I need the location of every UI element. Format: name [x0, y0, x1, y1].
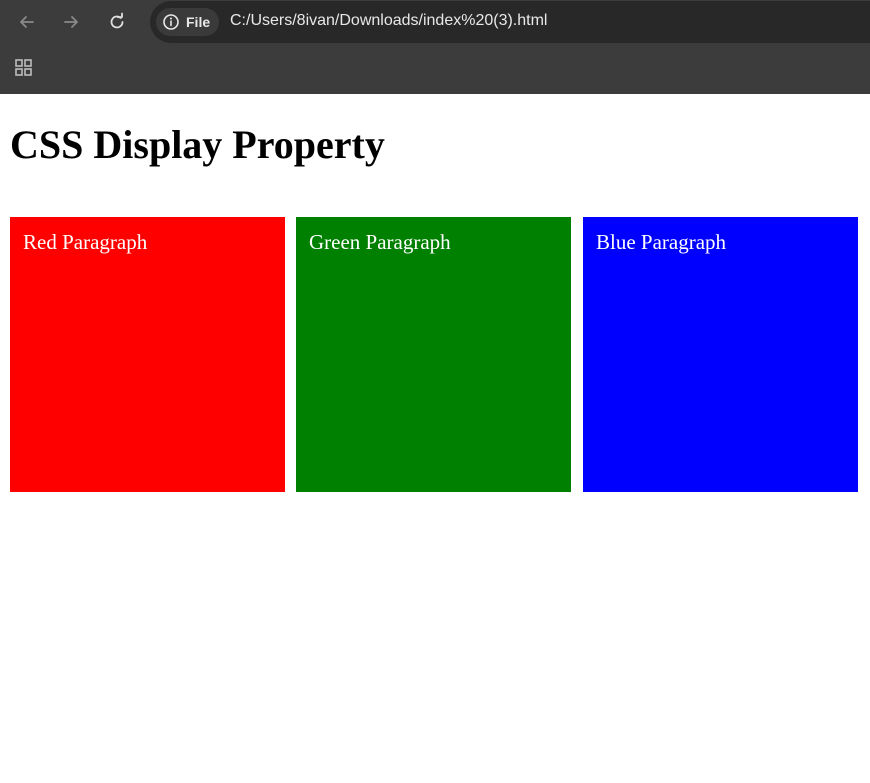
reload-button[interactable] [103, 8, 131, 36]
reload-icon [110, 12, 124, 29]
green-paragraph-box: Green Paragraph [296, 217, 571, 492]
red-paragraph-box: Red Paragraph [10, 217, 285, 492]
apps-grid-icon[interactable] [14, 58, 34, 78]
green-paragraph-text: Green Paragraph [309, 230, 451, 254]
back-button[interactable] [13, 8, 41, 36]
blue-paragraph-box: Blue Paragraph [583, 217, 858, 492]
blue-paragraph-text: Blue Paragraph [596, 230, 727, 254]
browser-toolbar: File C:/Users/8ivan/Downloads/index%20(3… [0, 0, 870, 44]
bookmarks-bar [0, 44, 870, 94]
url-text[interactable]: C:/Users/8ivan/Downloads/index%20(3).htm… [230, 12, 547, 30]
page-content: CSS Display Property Red Paragraph Green… [0, 94, 870, 783]
site-info-chip[interactable]: File [156, 8, 219, 36]
page-title: CSS Display Property [10, 122, 385, 167]
red-paragraph-text: Red Paragraph [23, 230, 148, 254]
forward-button[interactable] [57, 8, 85, 36]
info-icon [163, 14, 179, 30]
forward-icon [64, 16, 78, 28]
site-chip-label: File [186, 14, 211, 30]
back-icon [20, 16, 34, 28]
